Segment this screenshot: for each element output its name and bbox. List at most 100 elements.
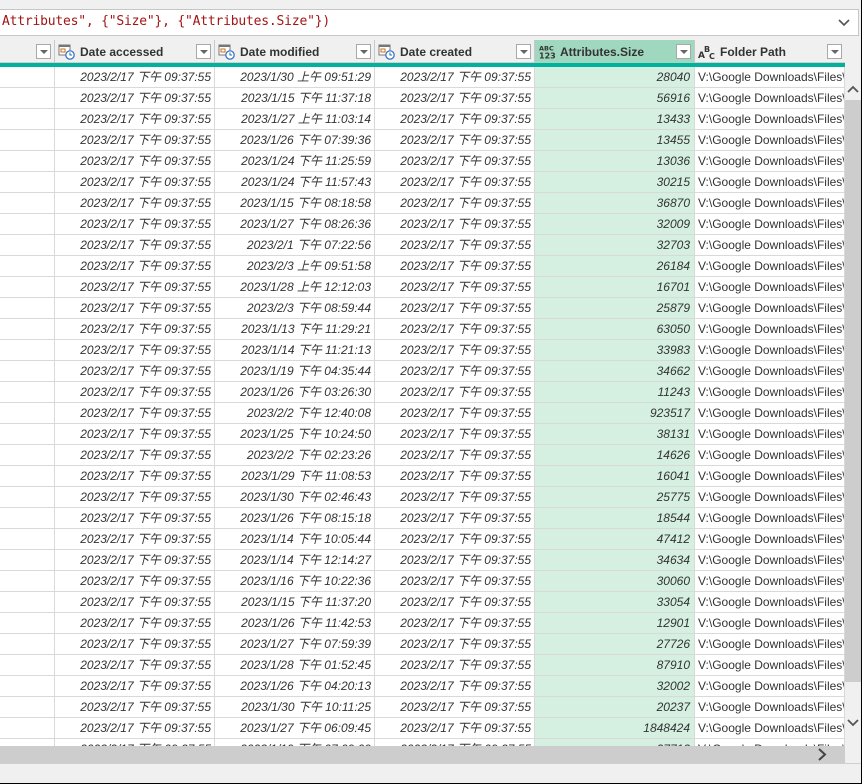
table-row[interactable]: 2023/2/17 下午 09:37:55 2023/1/26 下午 08:15:… — [0, 508, 845, 529]
cell-date-created[interactable]: 2023/2/17 下午 09:37:55 — [375, 739, 535, 746]
filter-dropdown-button[interactable] — [676, 44, 691, 59]
cell-date-accessed[interactable]: 2023/2/17 下午 09:37:55 — [55, 676, 215, 696]
cell-date-accessed[interactable]: 2023/2/17 下午 09:37:55 — [55, 235, 215, 255]
cell-date-created[interactable]: 2023/2/17 下午 09:37:55 — [375, 466, 535, 486]
cell-date-modified[interactable]: 2023/1/26 下午 03:26:30 — [215, 382, 375, 402]
cell-date-accessed[interactable]: 2023/2/17 下午 09:37:55 — [55, 634, 215, 654]
cell-partial[interactable] — [0, 235, 55, 255]
cell-date-modified[interactable]: 2023/1/19 下午 04:35:44 — [215, 361, 375, 381]
cell-attributes-size[interactable]: 36870 — [535, 193, 695, 213]
cell-date-modified[interactable]: 2023/1/28 上午 12:12:03 — [215, 277, 375, 297]
cell-date-modified[interactable]: 2023/2/2 下午 12:40:08 — [215, 403, 375, 423]
horizontal-scrollbar[interactable] — [0, 746, 845, 763]
cell-date-accessed[interactable]: 2023/2/17 下午 09:37:55 — [55, 529, 215, 549]
table-row[interactable]: 2023/2/17 下午 09:37:55 2023/2/1 下午 07:22:5… — [0, 235, 845, 256]
cell-attributes-size[interactable]: 47412 — [535, 529, 695, 549]
cell-partial[interactable] — [0, 130, 55, 150]
cell-attributes-size[interactable]: 26184 — [535, 256, 695, 276]
cell-partial[interactable] — [0, 550, 55, 570]
cell-attributes-size[interactable]: 33054 — [535, 592, 695, 612]
cell-folder-path[interactable]: V:\Google Downloads\Files\ — [695, 172, 845, 192]
formula-bar[interactable]: Attributes", {"Size"}, {"Attributes.Size… — [0, 9, 859, 36]
cell-folder-path[interactable]: V:\Google Downloads\Files\ — [695, 361, 845, 381]
cell-attributes-size[interactable]: 16701 — [535, 277, 695, 297]
column-header-date-created[interactable]: Date created — [375, 40, 535, 63]
cell-partial[interactable] — [0, 88, 55, 108]
cell-date-created[interactable]: 2023/2/17 下午 09:37:55 — [375, 151, 535, 171]
cell-date-created[interactable]: 2023/2/17 下午 09:37:55 — [375, 697, 535, 717]
cell-partial[interactable] — [0, 487, 55, 507]
cell-date-modified[interactable]: 2023/1/26 下午 08:15:18 — [215, 508, 375, 528]
table-row[interactable]: 2023/2/17 下午 09:37:55 2023/1/27 下午 08:26:… — [0, 214, 845, 235]
cell-partial[interactable] — [0, 151, 55, 171]
table-row[interactable]: 2023/2/17 下午 09:37:55 2023/1/16 下午 10:22:… — [0, 571, 845, 592]
cell-date-created[interactable]: 2023/2/17 下午 09:37:55 — [375, 403, 535, 423]
cell-date-accessed[interactable]: 2023/2/17 下午 09:37:55 — [55, 109, 215, 129]
cell-date-modified[interactable]: 2023/1/27 下午 06:09:45 — [215, 718, 375, 738]
cell-date-created[interactable]: 2023/2/17 下午 09:37:55 — [375, 256, 535, 276]
cell-date-created[interactable]: 2023/2/17 下午 09:37:55 — [375, 529, 535, 549]
cell-folder-path[interactable]: V:\Google Downloads\Files\ — [695, 508, 845, 528]
cell-partial[interactable] — [0, 361, 55, 381]
chevron-down-icon[interactable] — [845, 715, 861, 731]
table-row[interactable]: 2023/2/17 下午 09:37:55 2023/1/29 下午 11:08:… — [0, 466, 845, 487]
cell-attributes-size[interactable]: 18544 — [535, 508, 695, 528]
cell-date-accessed[interactable]: 2023/2/17 下午 09:37:55 — [55, 256, 215, 276]
cell-folder-path[interactable]: V:\Google Downloads\Files\ — [695, 697, 845, 717]
cell-date-created[interactable]: 2023/2/17 下午 09:37:55 — [375, 235, 535, 255]
cell-partial[interactable] — [0, 319, 55, 339]
cell-folder-path[interactable]: V:\Google Downloads\Files\ — [695, 151, 845, 171]
table-row[interactable]: 2023/2/17 下午 09:37:55 2023/2/3 下午 08:59:4… — [0, 298, 845, 319]
cell-date-accessed[interactable]: 2023/2/17 下午 09:37:55 — [55, 67, 215, 87]
column-header-attributes-size[interactable]: ABC 123 Attributes.Size — [535, 40, 695, 63]
cell-partial[interactable] — [0, 613, 55, 633]
cell-attributes-size[interactable]: 38131 — [535, 424, 695, 444]
cell-partial[interactable] — [0, 445, 55, 465]
table-row[interactable]: 2023/2/17 下午 09:37:55 2023/1/27 上午 11:03:… — [0, 109, 845, 130]
cell-folder-path[interactable]: V:\Google Downloads\Files\ — [695, 634, 845, 654]
cell-date-modified[interactable]: 2023/2/3 上午 09:51:58 — [215, 256, 375, 276]
cell-date-accessed[interactable]: 2023/2/17 下午 09:37:55 — [55, 361, 215, 381]
table-row[interactable]: 2023/2/17 下午 09:37:55 2023/2/2 下午 02:23:2… — [0, 445, 845, 466]
cell-date-modified[interactable]: 2023/1/26 下午 04:20:13 — [215, 676, 375, 696]
cell-folder-path[interactable]: V:\Google Downloads\Files\ — [695, 718, 845, 738]
cell-partial[interactable] — [0, 298, 55, 318]
cell-date-modified[interactable]: 2023/1/19 下午 07:09:09 — [215, 739, 375, 746]
cell-date-created[interactable]: 2023/2/17 下午 09:37:55 — [375, 592, 535, 612]
cell-date-accessed[interactable]: 2023/2/17 下午 09:37:55 — [55, 340, 215, 360]
cell-folder-path[interactable]: V:\Google Downloads\Files\ — [695, 256, 845, 276]
cell-date-accessed[interactable]: 2023/2/17 下午 09:37:55 — [55, 718, 215, 738]
cell-date-modified[interactable]: 2023/2/3 下午 08:59:44 — [215, 298, 375, 318]
cell-date-created[interactable]: 2023/2/17 下午 09:37:55 — [375, 634, 535, 654]
cell-date-created[interactable]: 2023/2/17 下午 09:37:55 — [375, 718, 535, 738]
cell-folder-path[interactable]: V:\Google Downloads\Files\ — [695, 676, 845, 696]
table-row[interactable]: 2023/2/17 下午 09:37:55 2023/2/2 下午 12:40:0… — [0, 403, 845, 424]
cell-date-accessed[interactable]: 2023/2/17 下午 09:37:55 — [55, 550, 215, 570]
column-header-date-accessed[interactable]: Date accessed — [55, 40, 215, 63]
cell-date-modified[interactable]: 2023/1/15 下午 11:37:18 — [215, 88, 375, 108]
cell-date-created[interactable]: 2023/2/17 下午 09:37:55 — [375, 277, 535, 297]
cell-date-modified[interactable]: 2023/1/24 下午 11:57:43 — [215, 172, 375, 192]
cell-attributes-size[interactable]: 56916 — [535, 88, 695, 108]
cell-date-modified[interactable]: 2023/2/1 下午 07:22:56 — [215, 235, 375, 255]
cell-partial[interactable] — [0, 466, 55, 486]
cell-folder-path[interactable]: V:\Google Downloads\Files\ — [695, 130, 845, 150]
cell-folder-path[interactable]: V:\Google Downloads\Files\ — [695, 340, 845, 360]
cell-partial[interactable] — [0, 403, 55, 423]
chevron-down-icon[interactable] — [836, 13, 852, 31]
table-row[interactable]: 2023/2/17 下午 09:37:55 2023/1/24 下午 11:57:… — [0, 172, 845, 193]
table-row[interactable]: 2023/2/17 下午 09:37:55 2023/1/14 下午 12:14:… — [0, 550, 845, 571]
cell-date-accessed[interactable]: 2023/2/17 下午 09:37:55 — [55, 277, 215, 297]
cell-partial[interactable] — [0, 571, 55, 591]
cell-attributes-size[interactable]: 13433 — [535, 109, 695, 129]
cell-partial[interactable] — [0, 109, 55, 129]
cell-attributes-size[interactable]: 12901 — [535, 613, 695, 633]
table-row[interactable]: 2023/2/17 下午 09:37:552023/1/19 下午 07:09:… — [0, 739, 845, 746]
cell-folder-path[interactable]: V:\Google Downloads\Files\ — [695, 88, 845, 108]
cell-attributes-size[interactable]: 1848424 — [535, 718, 695, 738]
cell-date-accessed[interactable]: 2023/2/17 下午 09:37:55 — [55, 88, 215, 108]
cell-folder-path[interactable]: V:\Google Downloads\Files\ — [695, 466, 845, 486]
column-header-partial[interactable] — [0, 40, 55, 63]
table-row[interactable]: 2023/2/17 下午 09:37:55 2023/1/14 下午 10:05:… — [0, 529, 845, 550]
cell-partial[interactable] — [0, 634, 55, 654]
